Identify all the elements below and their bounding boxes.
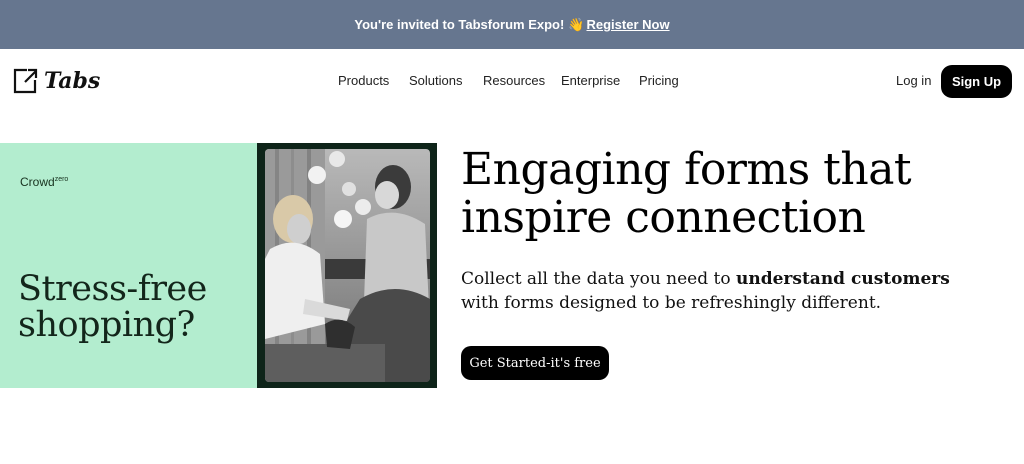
- wave-hand-icon: 👋: [568, 16, 585, 32]
- signup-button[interactable]: Sign Up: [941, 65, 1012, 98]
- ad-photo-frame: [257, 143, 437, 388]
- announcement-banner: You're invited to Tabsforum Expo! 👋 Regi…: [0, 0, 1024, 49]
- main-menu: Products Solutions Resources Enterprise …: [338, 73, 679, 88]
- logo-wordmark: Tabs: [44, 68, 101, 94]
- get-started-button[interactable]: Get Started-it's free: [461, 346, 609, 380]
- banner-text: You're invited to Tabsforum Expo!: [354, 17, 565, 32]
- top-navigation: Tabs Products Solutions Resources Enterp…: [0, 49, 1024, 113]
- logo[interactable]: Tabs: [12, 67, 100, 95]
- ad-brand-logo: Crowdzero: [20, 175, 69, 189]
- external-link-icon: [13, 68, 38, 94]
- nav-item-pricing[interactable]: Pricing: [639, 73, 679, 88]
- nav-item-enterprise[interactable]: Enterprise: [561, 73, 639, 88]
- hero-headline: Engaging forms that inspire connection: [461, 144, 912, 243]
- ad-tagline: Stress-free shopping?: [18, 269, 207, 345]
- login-link[interactable]: Log in: [896, 73, 931, 88]
- nav-item-resources[interactable]: Resources: [483, 73, 561, 88]
- hero-subtext: Collect all the data you need to underst…: [461, 269, 950, 313]
- nav-item-solutions[interactable]: Solutions: [409, 73, 483, 88]
- register-now-link[interactable]: Register Now: [587, 17, 670, 32]
- nav-item-products[interactable]: Products: [338, 73, 409, 88]
- shopping-photo: [265, 149, 430, 382]
- ad-panel: Crowdzero Stress-free shopping?: [0, 143, 257, 388]
